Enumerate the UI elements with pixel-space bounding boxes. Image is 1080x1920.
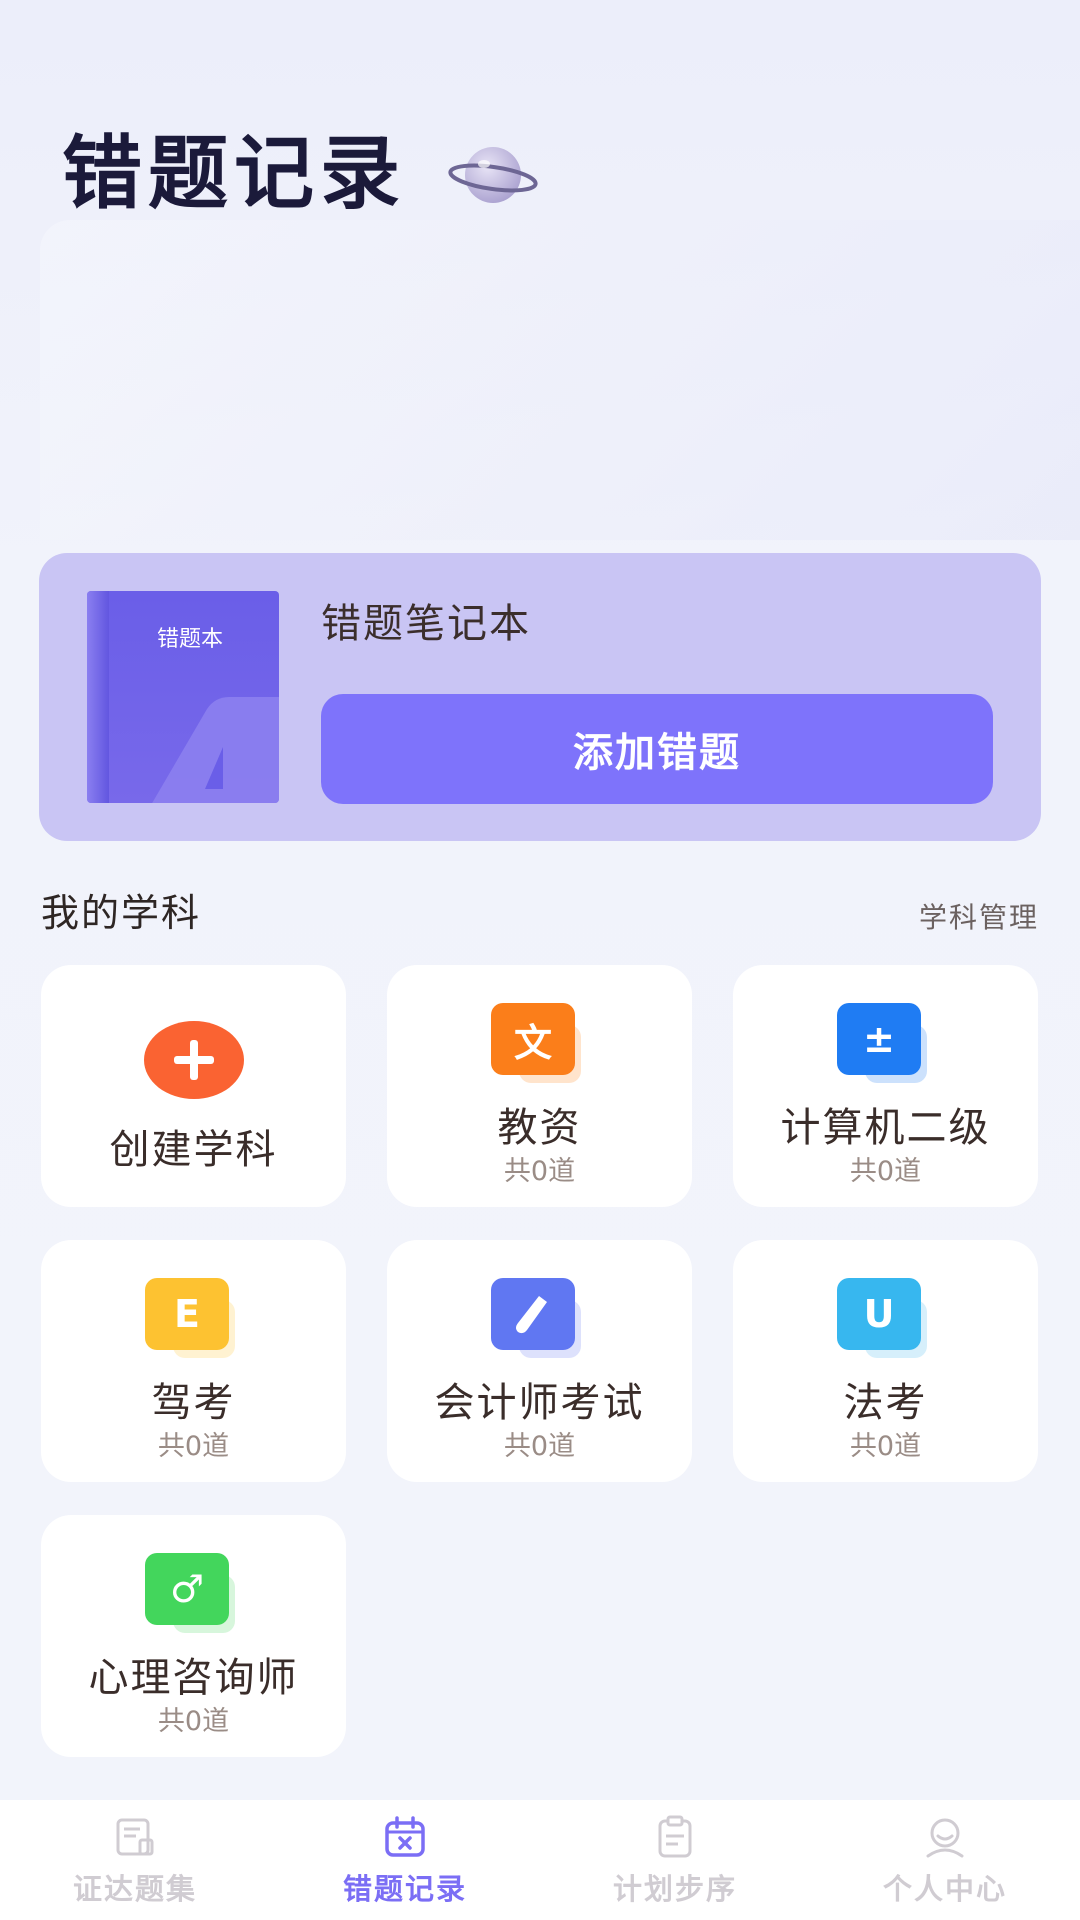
notebook-title: 错题笔记本 [321, 601, 531, 647]
tab-plan-steps[interactable]: 计划步序 [540, 1800, 810, 1920]
tab-label: 个人中心 [882, 1872, 1007, 1906]
subject-count: 共0道 [849, 1431, 922, 1462]
subject-tile[interactable]: ♂ 心理咨询师 共0道 [41, 1515, 346, 1757]
clipboard-icon [658, 1815, 692, 1858]
calendar-x-icon [385, 1816, 425, 1857]
bottom-tab-bar: 证达题集 错题记录 计划步序 个人中心 [0, 1800, 1080, 1920]
subject-count: 共0道 [503, 1156, 576, 1187]
test-tube-icon [516, 1296, 547, 1334]
subject-icon: 文 [491, 1003, 591, 1093]
subject-name: 计算机二级 [780, 1105, 991, 1151]
user-icon [926, 1818, 964, 1858]
subject-icon: ± [837, 1003, 937, 1093]
subject-tile[interactable]: E 驾考 共0道 [41, 1240, 346, 1482]
subject-tile[interactable]: 文 教资 共0道 [387, 965, 692, 1207]
tab-label: 错题记录 [342, 1872, 467, 1906]
create-subject-tile[interactable]: 创建学科 [41, 965, 346, 1207]
subject-name: 会计师考试 [434, 1380, 645, 1426]
subject-name: 法考 [843, 1380, 928, 1426]
subject-count: 共0道 [849, 1156, 922, 1187]
planet-icon [448, 147, 538, 203]
subject-tile[interactable]: 会计师考试 共0道 [387, 1240, 692, 1482]
book-label: 错题本 [156, 627, 223, 652]
subject-name: 驾考 [151, 1380, 236, 1426]
notebook-book-icon: 错题本 [87, 591, 279, 803]
tab-label: 计划步序 [612, 1872, 737, 1906]
tab-mistake-records[interactable]: 错题记录 [270, 1800, 540, 1920]
plus-icon [144, 1021, 244, 1099]
tab-profile[interactable]: 个人中心 [810, 1800, 1080, 1920]
create-subject-label: 创建学科 [109, 1127, 278, 1173]
page-title: 错题记录 [62, 127, 406, 220]
subject-name: 心理咨询师 [88, 1655, 299, 1701]
notebook-card: 错题本 错题笔记本 添加错题 [39, 553, 1041, 841]
subject-icon: U [837, 1278, 937, 1368]
letter-a-icon [152, 697, 279, 803]
tab-question-sets[interactable]: 证达题集 [0, 1800, 270, 1920]
subject-count: 共0道 [503, 1431, 576, 1462]
subject-manage-link[interactable]: 学科管理 [919, 896, 1039, 936]
subject-count: 共0道 [157, 1431, 230, 1462]
subject-name: 教资 [497, 1105, 582, 1151]
subject-icon: ♂ [145, 1553, 245, 1643]
subject-icon: E [145, 1278, 245, 1368]
subject-icon [491, 1278, 591, 1368]
subject-tile[interactable]: U 法考 共0道 [733, 1240, 1038, 1482]
add-mistake-button[interactable]: 添加错题 [321, 694, 993, 804]
section-title: 我的学科 [41, 891, 202, 935]
header-background [40, 220, 1080, 540]
book-icon [116, 1818, 154, 1856]
subject-tile[interactable]: ± 计算机二级 共0道 [733, 965, 1038, 1207]
subject-count: 共0道 [157, 1706, 230, 1737]
tab-label: 证达题集 [72, 1872, 197, 1906]
